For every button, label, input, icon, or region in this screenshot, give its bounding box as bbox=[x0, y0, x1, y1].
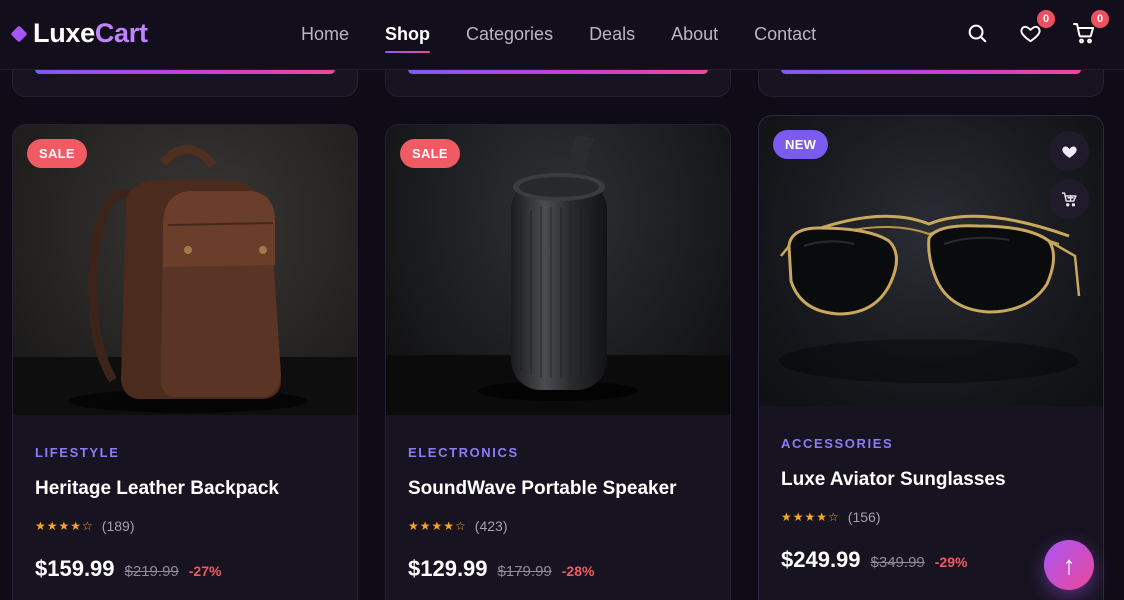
sale-tag: SALE bbox=[400, 139, 460, 168]
discount: -29% bbox=[934, 554, 968, 570]
wishlist-toggle-button[interactable] bbox=[1049, 131, 1089, 171]
brand-logo[interactable]: LuxeCart bbox=[10, 18, 148, 49]
product-card[interactable]: SALE LIFESTYLE Heritage Leather Backpack… bbox=[12, 124, 358, 600]
backpack-image bbox=[13, 145, 357, 415]
search-button[interactable] bbox=[964, 20, 990, 46]
cart-plus-icon bbox=[1061, 191, 1077, 206]
price: $249.99 bbox=[781, 547, 861, 572]
quick-add-cart-button[interactable] bbox=[1049, 179, 1089, 219]
product-rating: ★★★★☆ (156) bbox=[781, 509, 1081, 525]
wishlist-button[interactable]: 0 bbox=[1017, 10, 1055, 46]
product-rating: ★★★★☆ (189) bbox=[35, 518, 335, 534]
product-image[interactable]: NEW bbox=[759, 116, 1103, 406]
new-tag: NEW bbox=[773, 130, 829, 159]
discount: -27% bbox=[188, 563, 222, 579]
rating-count: (156) bbox=[847, 509, 881, 525]
heart-icon bbox=[1061, 146, 1077, 158]
nav-about[interactable]: About bbox=[671, 24, 718, 45]
product-rating: ★★★★☆ (423) bbox=[408, 518, 708, 534]
discount: -28% bbox=[561, 563, 595, 579]
nav-deals[interactable]: Deals bbox=[589, 24, 635, 45]
product-title[interactable]: Luxe Aviator Sunglasses bbox=[781, 469, 1081, 491]
price-row: $249.99 $349.99 -29% bbox=[781, 547, 1081, 573]
cart-button[interactable]: 0 bbox=[1071, 10, 1109, 46]
sale-tag: SALE bbox=[27, 139, 87, 168]
nav-contact[interactable]: Contact bbox=[754, 24, 816, 45]
price: $159.99 bbox=[35, 556, 115, 581]
star-rating-icon: ★★★★☆ bbox=[408, 519, 467, 533]
product-image[interactable]: SALE bbox=[386, 125, 730, 415]
main-nav: Home Shop Categories Deals About Contact bbox=[301, 24, 816, 53]
wishlist-count-badge: 0 bbox=[1037, 10, 1055, 28]
diamond-icon bbox=[10, 25, 28, 42]
product-card[interactable]: SALE ELECTRONICS SoundWave Portable Spea… bbox=[385, 124, 731, 600]
brand-name: LuxeCart bbox=[33, 18, 148, 48]
price: $129.99 bbox=[408, 556, 488, 581]
product-title[interactable]: Heritage Leather Backpack bbox=[35, 478, 335, 500]
back-to-top-button[interactable]: ↑ bbox=[1044, 540, 1094, 590]
search-icon bbox=[968, 24, 987, 43]
price-row: $159.99 $219.99 -27% bbox=[35, 556, 335, 582]
site-header: LuxeCart Home Shop Categories Deals Abou… bbox=[0, 0, 1124, 70]
nav-home[interactable]: Home bbox=[301, 24, 349, 45]
heart-icon bbox=[1019, 25, 1041, 42]
nav-shop[interactable]: Shop bbox=[385, 24, 431, 53]
old-price: $219.99 bbox=[124, 563, 179, 580]
star-rating-icon: ★★★★☆ bbox=[781, 510, 840, 524]
product-category: ELECTRONICS bbox=[408, 445, 519, 460]
old-price: $179.99 bbox=[497, 563, 552, 580]
rating-count: (189) bbox=[101, 518, 135, 534]
product-category: LIFESTYLE bbox=[35, 445, 120, 460]
product-title[interactable]: SoundWave Portable Speaker bbox=[408, 478, 708, 500]
product-image[interactable]: SALE bbox=[13, 125, 357, 415]
rating-count: (423) bbox=[474, 518, 508, 534]
old-price: $349.99 bbox=[870, 554, 925, 571]
product-category: ACCESSORIES bbox=[781, 436, 894, 451]
price-row: $129.99 $179.99 -28% bbox=[408, 556, 708, 582]
cart-count-badge: 0 bbox=[1091, 10, 1109, 28]
arrow-up-icon: ↑ bbox=[1062, 549, 1076, 580]
speaker-image bbox=[386, 135, 730, 415]
nav-categories[interactable]: Categories bbox=[466, 24, 553, 45]
product-card[interactable]: NEW ACCESSORIES Luxe Aviator Sunglasses … bbox=[758, 115, 1104, 600]
star-rating-icon: ★★★★☆ bbox=[35, 519, 94, 533]
